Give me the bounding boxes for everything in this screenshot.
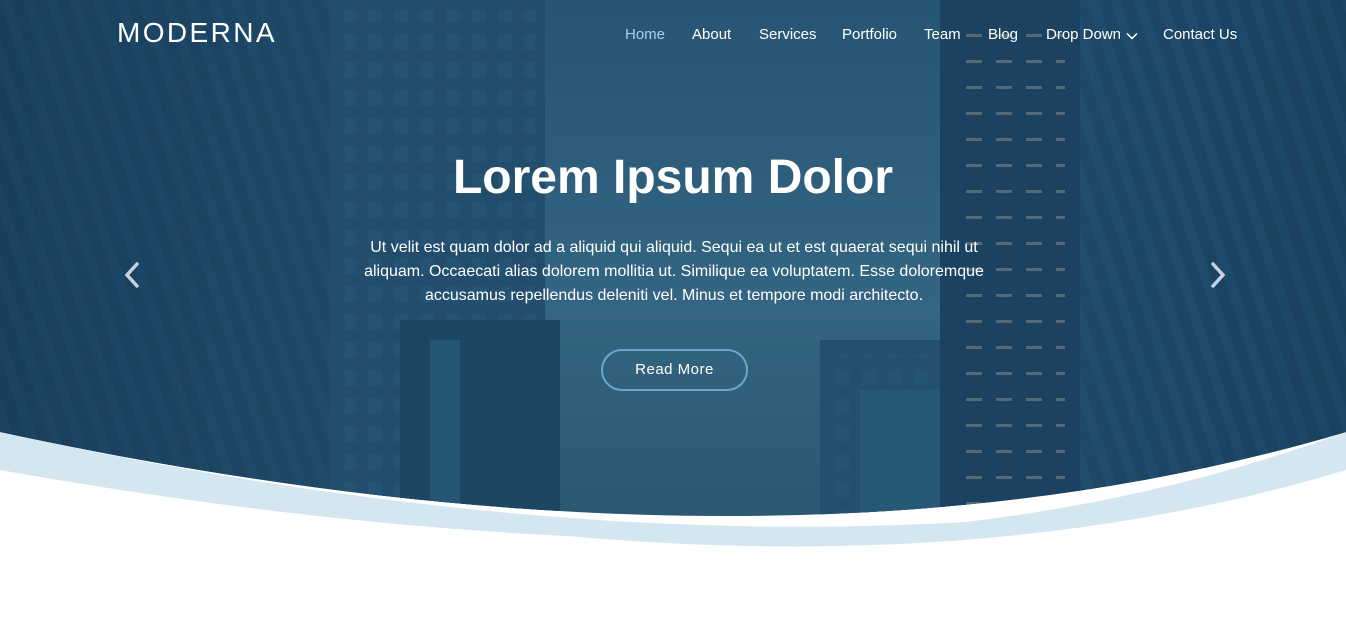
chevron-down-icon [1126, 27, 1138, 44]
nav-item-contact-us[interactable]: Contact Us [1163, 26, 1237, 43]
nav-item-team[interactable]: Team [924, 26, 961, 43]
hero-section: MODERNA Home About Services Portfolio Te… [0, 0, 1346, 560]
nav-item-home[interactable]: Home [625, 26, 665, 43]
site-header: MODERNA Home About Services Portfolio Te… [0, 0, 1346, 70]
nav-item-blog[interactable]: Blog [988, 26, 1018, 43]
chevron-left-icon [124, 262, 139, 288]
hero-title: Lorem Ipsum Dolor [452, 151, 894, 204]
nav-item-drop-down-label: Drop Down [1046, 26, 1122, 43]
chevron-right-icon [1211, 262, 1226, 288]
nav-item-portfolio[interactable]: Portfolio [842, 26, 897, 43]
nav-item-services[interactable]: Services [759, 26, 817, 43]
hero-description: Ut velit est quam dolor ad a aliquid qui… [364, 239, 984, 304]
nav-item-about[interactable]: About [692, 26, 731, 43]
read-more-button[interactable]: Read More [601, 349, 748, 391]
carousel-next-button[interactable] [1206, 260, 1230, 290]
carousel-prev-button[interactable] [120, 260, 144, 290]
main-nav: Home About Services Portfolio Team Blog … [0, 26, 1346, 46]
nav-item-drop-down[interactable]: Drop Down [1046, 26, 1138, 44]
